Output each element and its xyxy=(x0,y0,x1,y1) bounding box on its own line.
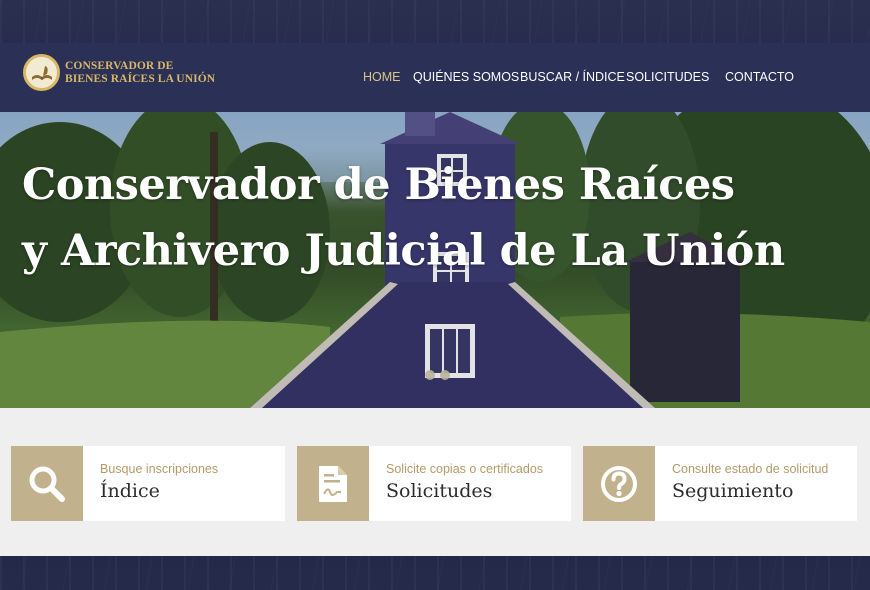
card-text: Consulte estado de solicitud Seguimiento xyxy=(655,446,828,521)
card-icon-box xyxy=(11,446,83,521)
question-circle-icon xyxy=(601,465,637,502)
card-text: Busque inscripciones Índice xyxy=(83,446,218,521)
card-text: Solicite copias o certificados Solicitud… xyxy=(369,446,543,521)
navbar: CONSERVADOR DE BIENES RAÍCES LA UNIÓN HO… xyxy=(0,43,870,112)
card-solicitudes[interactable]: Solicite copias o certificados Solicitud… xyxy=(297,446,571,521)
slider-dot-2[interactable] xyxy=(440,370,450,380)
slider-dot-1[interactable] xyxy=(425,370,435,380)
card-title: Solicitudes xyxy=(386,480,493,502)
card-indice[interactable]: Busque inscripciones Índice xyxy=(11,446,285,521)
nav-buscar-indice[interactable]: BUSCAR / ÍNDICE xyxy=(520,70,625,84)
quick-access-band: Busque inscripciones Índice Solicite cop… xyxy=(0,408,870,556)
search-icon xyxy=(29,466,65,502)
hero-title-line-2: y Archivero Judicial de La Unión xyxy=(22,226,785,276)
nav-home[interactable]: HOME xyxy=(363,70,401,84)
card-icon-box xyxy=(297,446,369,521)
card-title: Seguimiento xyxy=(672,480,794,502)
card-subtitle: Busque inscripciones xyxy=(100,462,219,476)
document-icon xyxy=(319,465,347,502)
card-subtitle: Consulte estado de solicitud xyxy=(672,462,829,476)
nav-contacto[interactable]: CONTACTO xyxy=(725,70,794,84)
card-title: Índice xyxy=(100,480,160,502)
card-subtitle: Solicite copias o certificados xyxy=(386,462,544,476)
slider-dots xyxy=(425,370,450,380)
hero-title: Conservador de Bienes Raíces y Archivero… xyxy=(22,152,822,284)
nav-quienes-somos[interactable]: QUIÉNES SOMOS xyxy=(413,70,519,84)
card-icon-box xyxy=(583,446,655,521)
hero-slider: Conservador de Bienes Raíces y Archivero… xyxy=(0,112,870,408)
card-seguimiento[interactable]: Consulte estado de solicitud Seguimiento xyxy=(583,446,857,521)
nav-solicitudes[interactable]: SOLICITUDES xyxy=(626,70,709,84)
hero-title-line-1: Conservador de Bienes Raíces xyxy=(22,160,735,210)
main-nav: HOME QUIÉNES SOMOS BUSCAR / ÍNDICE SOLIC… xyxy=(0,43,870,112)
